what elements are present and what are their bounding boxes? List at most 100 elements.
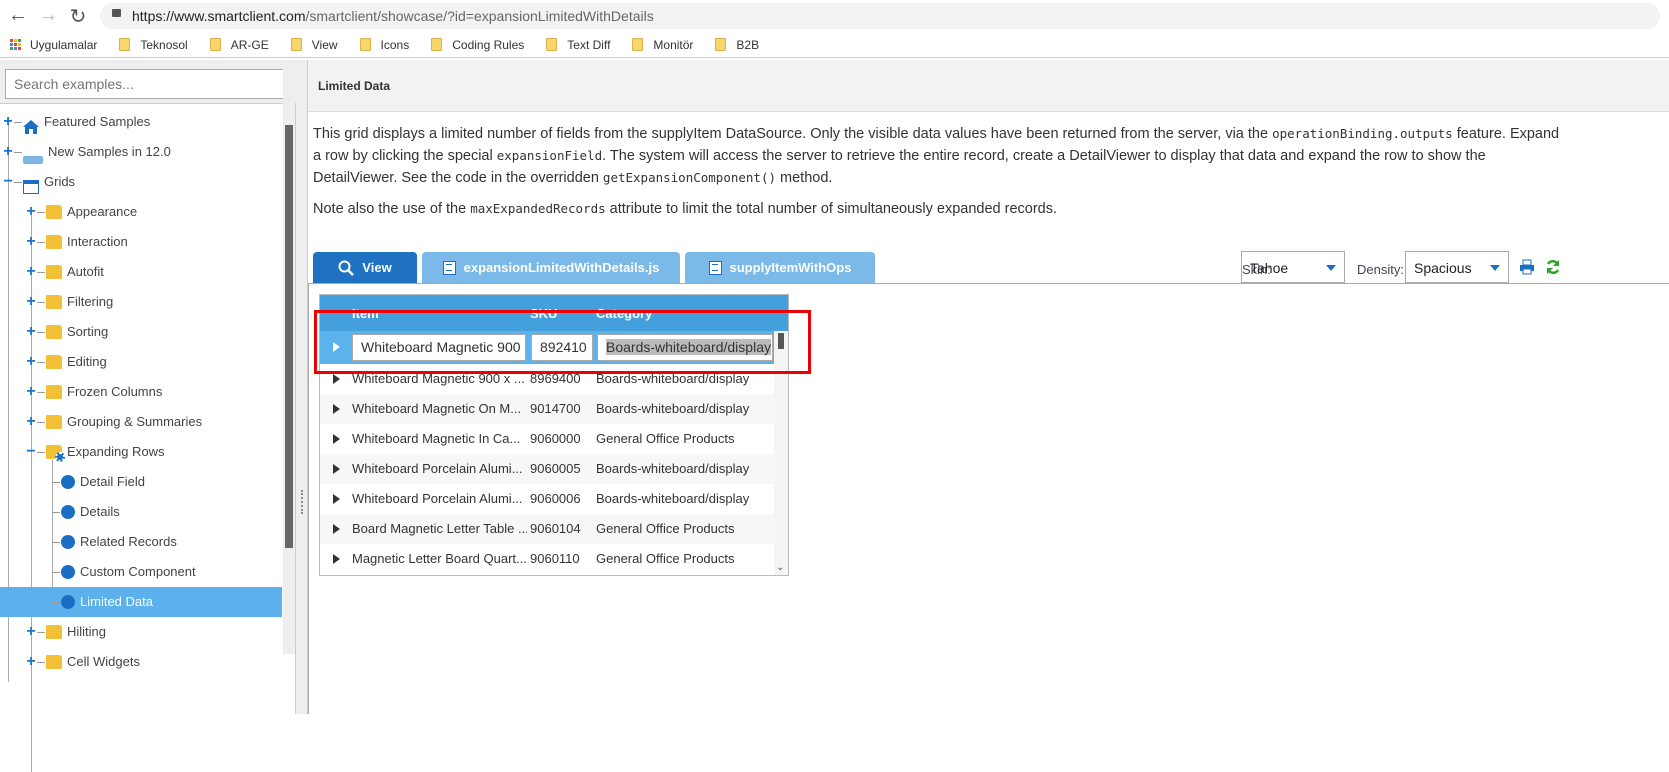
expand-icon[interactable]: +	[2, 107, 14, 137]
table-row[interactable]: Whiteboard Magnetic 900 x ... 8969400 Boar…	[320, 364, 774, 394]
search-input[interactable]	[5, 69, 290, 99]
expand-icon[interactable]: +	[25, 317, 37, 347]
search-icon	[338, 260, 355, 276]
tree-connector	[14, 181, 22, 183]
tree-item-related-records[interactable]: Related Records	[0, 527, 282, 557]
expand-icon[interactable]	[333, 374, 340, 384]
expand-icon[interactable]: +	[25, 407, 37, 437]
tree-item-expanding-rows[interactable]: − Expanding Rows	[0, 437, 282, 467]
document-icon	[708, 260, 722, 275]
cell-sku: 9060000	[530, 431, 581, 446]
tree-item-grouping-summaries[interactable]: + Grouping & Summaries	[0, 407, 282, 437]
column-header-item[interactable]: Item	[352, 306, 379, 321]
tree-item-new-samples-in-12-0[interactable]: + New Samples in 12.0	[0, 137, 282, 167]
folder-icon	[632, 38, 644, 51]
tree-item-hiliting[interactable]: + Hiliting	[0, 617, 282, 647]
expand-icon[interactable]	[333, 494, 340, 504]
bookmark-7[interactable]: Monitör	[632, 38, 693, 52]
category-input[interactable]: Boards-whiteboard/display	[597, 334, 773, 361]
table-row[interactable]: Whiteboard Magnetic On M... 9014700 Boards…	[320, 394, 774, 424]
bookmark-4[interactable]: Icons	[359, 38, 409, 52]
chevron-down-icon	[1490, 265, 1500, 271]
grid-icon	[23, 175, 39, 194]
expand-icon[interactable]	[333, 434, 340, 444]
address-bar[interactable]: https://www.smartclient.com/smartclient/…	[100, 3, 1660, 29]
gear-icon	[61, 595, 75, 609]
bookmark-5[interactable]: Coding Rules	[431, 38, 524, 52]
back-icon[interactable]: ←	[6, 4, 30, 27]
tree-item-featured-samples[interactable]: + Featured Samples	[0, 107, 282, 137]
print-icon[interactable]	[1519, 259, 1535, 275]
bookmark-2[interactable]: AR-GE	[209, 38, 269, 52]
table-row[interactable]: Magnetic Letter Board Quart... 9060110 Gen…	[320, 544, 774, 574]
tree-item-limited-data[interactable]: Limited Data	[0, 587, 282, 617]
expand-icon[interactable]	[333, 524, 340, 534]
grid-scrollbar[interactable]: ⌄	[774, 331, 788, 575]
scroll-thumb[interactable]	[778, 333, 784, 349]
item-input[interactable]: Whiteboard Magnetic 900	[352, 334, 526, 361]
expand-icon[interactable]: +	[25, 647, 37, 677]
tree-item-filtering[interactable]: + Filtering	[0, 287, 282, 317]
skin-select[interactable]: Tahoe	[1241, 251, 1345, 283]
bookmark-1[interactable]: Teknosol	[119, 38, 188, 52]
table-row[interactable]: Whiteboard Porcelain Alumi... 9060006 Boar…	[320, 484, 774, 514]
tab-view[interactable]: View	[313, 252, 417, 283]
tree-item-grids[interactable]: − Grids	[0, 167, 282, 197]
expand-icon[interactable]	[333, 464, 340, 474]
sku-input[interactable]: 892410	[531, 334, 593, 361]
expand-icon[interactable]: +	[2, 137, 14, 167]
expand-icon[interactable]: +	[25, 227, 37, 257]
bookmark-0[interactable]: Uygulamalar	[10, 38, 97, 52]
tree-connector	[37, 331, 45, 333]
expand-icon[interactable]: +	[25, 287, 37, 317]
tree-item-interaction[interactable]: + Interaction	[0, 227, 282, 257]
tree-item-sorting[interactable]: + Sorting	[0, 317, 282, 347]
expand-icon[interactable]	[333, 554, 340, 564]
reload-icon[interactable]: ↻	[66, 4, 90, 29]
expand-icon[interactable]: +	[25, 347, 37, 377]
sidebar-scroll-thumb[interactable]	[285, 125, 293, 548]
tree-item-autofit[interactable]: + Autofit	[0, 257, 282, 287]
tree-item-custom-component[interactable]: Custom Component	[0, 557, 282, 587]
tree-connector	[52, 541, 60, 543]
splitter-grip-icon[interactable]	[301, 490, 303, 514]
tree-item-label: Detail Field	[80, 474, 146, 489]
table-row[interactable]: Board Magnetic Letter Table ... 9060104 Ge…	[320, 514, 774, 544]
cell-category: Boards-whiteboard/display	[596, 371, 750, 386]
tab-datasource[interactable]: supplyItemWithOps	[685, 252, 875, 283]
forward-icon[interactable]: →	[36, 4, 60, 27]
tree-item-appearance[interactable]: + Appearance	[0, 197, 282, 227]
density-select[interactable]: Spacious	[1405, 251, 1509, 283]
collapse-icon[interactable]: −	[2, 167, 14, 197]
expand-icon[interactable]	[333, 404, 340, 414]
tree-item-detail-field[interactable]: Detail Field	[0, 467, 282, 497]
tab-js-source[interactable]: expansionLimitedWithDetails.js	[422, 252, 680, 283]
bookmark-8[interactable]: B2B	[715, 38, 759, 52]
bookmark-6[interactable]: Text Diff	[546, 38, 610, 52]
cell-sku: 9060110	[530, 551, 580, 566]
tree-item-label: Featured Samples	[44, 114, 151, 129]
expand-icon[interactable]: +	[25, 257, 37, 287]
tree-item-details[interactable]: Details	[0, 497, 282, 527]
tree-item-label: Cell Widgets	[67, 654, 140, 669]
tree-item-frozen-columns[interactable]: + Frozen Columns	[0, 377, 282, 407]
cell-category: General Office Products	[596, 431, 735, 446]
folder-icon	[715, 38, 727, 51]
bookmark-3[interactable]: View	[290, 38, 338, 52]
collapse-icon[interactable]: −	[25, 437, 37, 467]
column-header-category[interactable]: Category	[596, 306, 652, 321]
tree-item-cell-widgets[interactable]: + Cell Widgets	[0, 647, 282, 677]
table-row[interactable]: Whiteboard Magnetic In Ca... 9060000 Gener…	[320, 424, 774, 454]
expand-icon[interactable]: +	[25, 377, 37, 407]
expand-icon[interactable]	[333, 342, 340, 352]
expand-icon[interactable]: +	[25, 617, 37, 647]
tree-connector	[14, 121, 22, 123]
table-row[interactable]: Whiteboard Porcelain Alumi... 9060005 Boar…	[320, 454, 774, 484]
tree-item-editing[interactable]: + Editing	[0, 347, 282, 377]
splitter[interactable]	[296, 60, 308, 714]
expand-icon[interactable]: +	[25, 197, 37, 227]
refresh-icon[interactable]	[1545, 259, 1561, 275]
column-header-sku[interactable]: SKU	[530, 306, 557, 321]
bookmarks-bar: Uygulamalar Teknosol AR-GE View Icons Coding …	[0, 32, 1669, 58]
chevron-down-icon[interactable]: ⌄	[776, 562, 784, 573]
